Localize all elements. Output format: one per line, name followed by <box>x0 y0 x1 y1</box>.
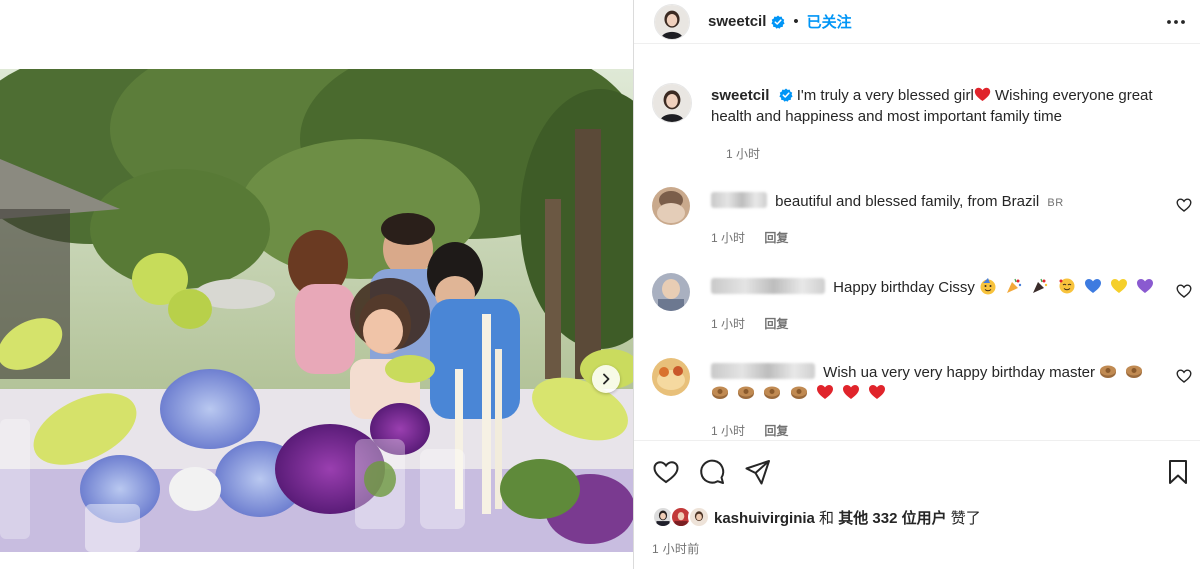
caption-text: sweetcil I'm truly a very blessed girl W… <box>711 85 1191 127</box>
reply-button[interactable]: 回复 <box>764 424 788 438</box>
blurred-username[interactable] <box>711 192 767 208</box>
blurred-username[interactable] <box>711 278 825 294</box>
reply-button[interactable]: 回复 <box>764 231 788 245</box>
carousel-next-button[interactable] <box>592 365 620 393</box>
chevron-right-icon <box>603 373 610 385</box>
liker-avatar-image <box>690 508 708 526</box>
commenter-avatar-image <box>652 273 690 311</box>
comment-meta: 1 小时 回复 <box>711 229 788 246</box>
post-timestamp[interactable]: 1 小时前 <box>652 540 700 557</box>
other-likers-link[interactable]: 其他 332 位用户 <box>838 510 946 527</box>
separator-dot: • <box>793 13 799 30</box>
media-pane <box>0 0 633 569</box>
region-tag: BR <box>1047 197 1064 209</box>
liker-avatar <box>688 506 710 528</box>
verified-badge-icon <box>771 15 785 29</box>
comment-time[interactable]: 1 小时 <box>711 424 745 438</box>
caption-time[interactable]: 1 小时 <box>726 147 760 161</box>
commenter-avatar[interactable] <box>652 358 690 396</box>
mooncake-emoji-icon <box>712 386 728 399</box>
comment-text: Wish ua very very happy birthday master <box>711 362 1161 404</box>
post-side-panel: sweetcil • 已关注 sweetcil I'm truly a very… <box>633 0 1200 569</box>
party-popper-emoji-icon <box>1033 278 1048 293</box>
comments-section: sweetcil I'm truly a very blessed girl W… <box>634 45 1200 440</box>
likes-suffix: 赞了 <box>950 509 981 527</box>
mooncake-emoji-icon <box>790 386 807 399</box>
comment-body: Happy birthday Cissy <box>833 279 975 296</box>
comment-text: beautiful and blessed family, from Brazi… <box>711 191 1161 214</box>
commenter-avatar[interactable] <box>652 273 690 311</box>
more-options-icon[interactable] <box>1165 12 1187 32</box>
caption-meta: 1 小时 <box>726 145 760 162</box>
reply-button[interactable]: 回复 <box>764 317 788 331</box>
party-popper-emoji-icon <box>1007 278 1022 293</box>
like-heart-icon[interactable] <box>652 458 680 486</box>
comment-icon[interactable] <box>698 458 726 486</box>
blue-heart-emoji-icon <box>1084 279 1101 293</box>
red-heart-emoji-icon <box>816 385 833 399</box>
comment-like-heart-icon[interactable] <box>1176 283 1192 299</box>
blurred-username[interactable] <box>711 363 815 379</box>
post-header: sweetcil • 已关注 <box>634 0 1200 44</box>
commenter-avatar-image <box>652 358 690 396</box>
send-icon[interactable] <box>744 458 772 486</box>
liker-avatars[interactable] <box>652 506 710 528</box>
yellow-heart-emoji-icon <box>1110 279 1127 293</box>
red-heart-emoji-icon <box>869 385 886 399</box>
verified-badge-icon <box>778 88 793 102</box>
garden-party-photo <box>0 69 633 552</box>
caption-avatar-image <box>653 84 691 122</box>
likes-text: kashuivirginia 和 其他 332 位用户 赞了 <box>714 507 981 528</box>
mooncake-emoji-icon <box>738 386 755 399</box>
bookmark-icon[interactable] <box>1164 458 1192 486</box>
smiling-face-with-hearts-emoji-icon <box>1059 278 1075 294</box>
comment-time[interactable]: 1 小时 <box>711 317 745 331</box>
comment-meta: 1 小时 回复 <box>711 422 788 439</box>
comment-like-heart-icon[interactable] <box>1176 368 1192 384</box>
mooncake-emoji-icon <box>1126 365 1143 378</box>
author-avatar[interactable] <box>654 3 690 40</box>
comment-meta: 1 小时 回复 <box>711 315 788 332</box>
comment-text: Happy birthday Cissy <box>711 277 1161 298</box>
comment-body: Wish ua very very happy birthday master <box>823 364 1095 381</box>
caption-author-avatar[interactable] <box>652 83 692 123</box>
author-username[interactable]: sweetcil <box>708 13 766 30</box>
commenter-avatar[interactable] <box>652 187 690 225</box>
comment-body: beautiful and blessed family, from Brazi… <box>775 193 1040 210</box>
comment-like-heart-icon[interactable] <box>1176 197 1192 213</box>
caption-username[interactable]: sweetcil <box>711 87 769 104</box>
first-liker-username[interactable]: kashuivirginia <box>714 510 815 527</box>
comment-time[interactable]: 1 小时 <box>711 231 745 245</box>
post-photo[interactable] <box>0 69 633 552</box>
following-button[interactable]: 已关注 <box>807 11 852 32</box>
purple-heart-emoji-icon <box>1137 279 1154 293</box>
author-avatar-image <box>655 4 689 39</box>
post-actions: kashuivirginia 和 其他 332 位用户 赞了 1 小时前 <box>634 440 1200 569</box>
likes-conjunction: 和 <box>819 509 835 527</box>
partying-face-emoji-icon <box>980 278 996 295</box>
caption-body: I'm truly a very blessed girl <box>796 87 974 104</box>
likes-summary: kashuivirginia 和 其他 332 位用户 赞了 <box>652 505 981 529</box>
mooncake-emoji-icon <box>1100 365 1117 378</box>
red-heart-emoji-icon <box>842 385 859 399</box>
commenter-avatar-image <box>652 187 690 225</box>
red-heart-emoji-icon <box>974 87 991 101</box>
mooncake-emoji-icon <box>764 386 781 399</box>
